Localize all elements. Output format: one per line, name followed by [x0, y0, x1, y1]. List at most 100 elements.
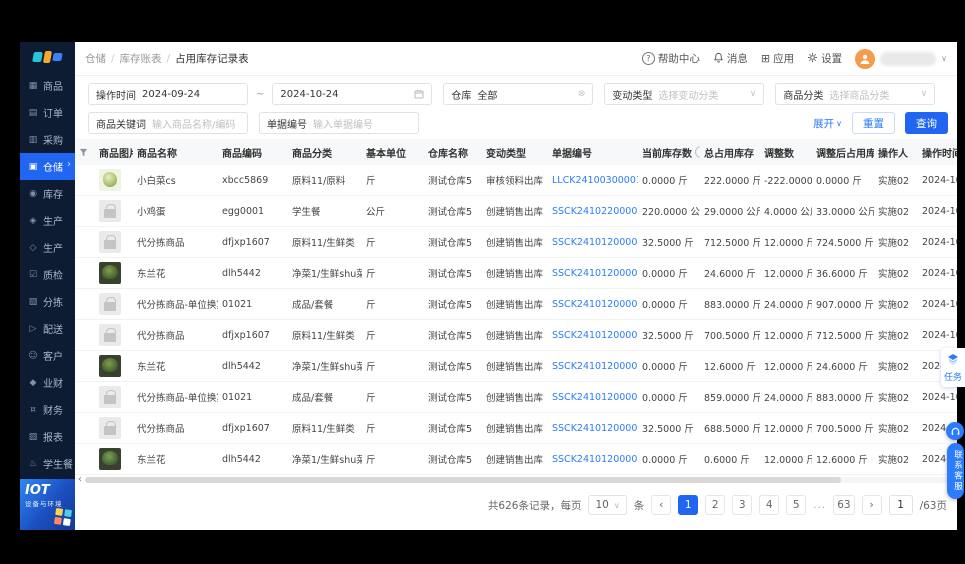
doc-no-link[interactable]: SSCK24101200003 [552, 299, 638, 310]
doc-no-link[interactable]: SSCK24101200004 [552, 237, 638, 248]
sidebar-item-goods[interactable]: ▦ 商品 [20, 72, 75, 99]
apps-button[interactable]: ⊞ 应用 [761, 51, 794, 66]
column-header[interactable]: 调整后占用库存 [812, 145, 874, 160]
operate-time: 2024-10-1 [922, 329, 957, 341]
prev-page-button[interactable]: ‹ [651, 495, 672, 515]
doc-no-link[interactable]: SSCK24101200003 [552, 268, 638, 279]
total-occupied: 859.0000 斤 [704, 393, 760, 404]
iot-banner[interactable]: IOT 设备与环境 [20, 479, 75, 530]
headset-icon[interactable] [946, 422, 964, 440]
doc-no-link[interactable]: SSCK24101200002 [552, 361, 638, 372]
user-menu[interactable]: ∨ [855, 48, 947, 69]
table-row[interactable]: 东兰花 dlh5442 净菜1/生鲜shu菜类... 斤 测试仓库5 创建销售出库 SSCK… [75, 351, 957, 382]
doc-no-link[interactable]: SSCK24101200002 [552, 392, 638, 403]
clear-icon[interactable]: ⊗ [578, 89, 586, 99]
doc-no-link[interactable]: SSCK24102200001 [552, 206, 638, 217]
messages-button[interactable]: 消息 [713, 51, 748, 66]
sidebar-item-delivery[interactable]: ▷ 配送 [20, 315, 75, 342]
table-row[interactable]: 代分拣商品-单位换算 01021 成品/套餐 斤 测试仓库5 创建销售出库 SSCK2410… [75, 382, 957, 413]
scrollbar-thumb[interactable] [85, 477, 842, 483]
settings-button[interactable]: 设置 [807, 51, 842, 66]
sidebar-item-quality-check[interactable]: ☑ 质检 [20, 261, 75, 288]
table-row[interactable]: 代分拣商品-单位换算 01021 成品/套餐 斤 测试仓库5 创建销售出库 SSCK2410… [75, 289, 957, 320]
doc-no-link[interactable]: SSCK24101200002 [552, 423, 638, 434]
expand-toggle[interactable]: 展开 ∨ [813, 116, 842, 131]
base-unit: 斤 [366, 300, 376, 311]
sidebar-item-purchase[interactable]: ▥ 采购 [20, 126, 75, 153]
sidebar-item-warehouse[interactable]: ▣ 仓储 [20, 153, 75, 180]
page-size-select[interactable]: 10 ∨ [588, 495, 627, 515]
customer-icon: ☺ [28, 350, 38, 361]
column-header[interactable]: 当前库存数i [638, 145, 700, 160]
search-button[interactable]: 查询 [905, 112, 948, 134]
sidebar-item-orders[interactable]: ▤ 订单 [20, 99, 75, 126]
warehouse-name: 测试仓库5 [428, 300, 473, 311]
column-header[interactable]: 商品分类 [288, 145, 362, 160]
breadcrumb-stock-ledger[interactable]: 库存账表 [120, 51, 162, 66]
breadcrumb-warehouse[interactable]: 仓储 [85, 51, 106, 66]
table-row[interactable]: 东兰花 dlh5442 净菜1/生鲜shu菜类... 斤 测试仓库5 创建销售出库 SSCK… [75, 444, 957, 475]
customer-service-label[interactable]: 联系客服 [946, 443, 964, 499]
doc-no-link[interactable]: SSCK24101200001 [552, 454, 638, 465]
reset-button[interactable]: 重置 [852, 112, 895, 134]
table-row[interactable]: 小鸡蛋 egg0001 学生餐 公斤 测试仓库5 创建销售出库 SSCK2410220000… [75, 196, 957, 227]
table-row[interactable]: 东兰花 dlh5442 净菜1/生鲜shu菜类... 斤 测试仓库5 创建销售出库 SSCK… [75, 258, 957, 289]
column-header[interactable]: 操作时间 [918, 145, 957, 160]
sidebar-item-finance[interactable]: ¤ 财务 [20, 396, 75, 423]
page-button-3[interactable]: 3 [732, 495, 753, 515]
next-page-button[interactable]: › [861, 495, 882, 515]
page-size-value: 10 [595, 499, 609, 511]
sidebar-item-report[interactable]: ▨ 报表 [20, 423, 75, 450]
occupied-after-adjust: 0.0000 斤 [816, 176, 862, 187]
docno-input[interactable]: 单据编号 输入单据编号 [259, 112, 419, 134]
column-header[interactable]: 商品名称 [133, 145, 218, 160]
page-button-63[interactable]: 63 [833, 495, 855, 515]
adjust-qty: 12.0000 斤 [764, 362, 812, 373]
change-type-select[interactable]: 变动类型 选择变动分类 ∨ [604, 83, 765, 105]
keyword-input[interactable]: 商品关键词 输入商品名称/编码 [88, 112, 248, 134]
date-to-value: 2024-10-24 [280, 88, 339, 100]
date-to-input[interactable]: 2024-10-24 [272, 83, 433, 105]
column-header[interactable]: 商品图片 [95, 145, 133, 160]
page-jump-input[interactable]: 1 [888, 495, 913, 515]
column-header[interactable]: 变动类型 [482, 145, 548, 160]
sidebar-item-production2[interactable]: ◇ 生产 [20, 234, 75, 261]
column-header[interactable]: 调整数 [760, 145, 812, 160]
sidebar-item-biz-finance[interactable]: ◆ 业财 [20, 369, 75, 396]
table-row[interactable]: 代分拣商品 dfjxp1607 原料11/生鲜类斤 测试仓库5 创建销售出库 SSCK24… [75, 227, 957, 258]
page-button-4[interactable]: 4 [759, 495, 780, 515]
sidebar-item-sorting[interactable]: ▧ 分拣 [20, 288, 75, 315]
doc-no-link[interactable]: LLCK24100300001 [552, 175, 638, 186]
sidebar-item-production[interactable]: ◈ 生产 [20, 207, 75, 234]
page-button-2[interactable]: 2 [705, 495, 726, 515]
sidebar-item-student-meal[interactable]: ♨ 学生餐 [20, 450, 75, 477]
date-from-input[interactable]: 操作时间 2024-09-24 [88, 83, 248, 105]
column-header[interactable]: 基本单位 [362, 145, 424, 160]
table-row[interactable]: 代分拣商品 dfjxp1607 原料11/生鲜类斤 测试仓库5 创建销售出库 SSCK24… [75, 320, 957, 351]
warehouse-name: 测试仓库5 [428, 207, 473, 218]
column-header[interactable]: 商品编码 [218, 145, 288, 160]
scroll-left-arrow[interactable]: ‹ [78, 475, 82, 485]
category-select[interactable]: 商品分类 选择商品分类 ∨ [775, 83, 936, 105]
page-button-1[interactable]: 1 [678, 495, 699, 515]
sidebar-item-label: 质检 [43, 271, 63, 282]
horizontal-scrollbar[interactable] [85, 477, 954, 483]
sidebar-item-customer[interactable]: ☺ 客户 [20, 342, 75, 369]
operate-time: 2024-10-2 [922, 205, 957, 217]
task-fab[interactable]: 任务 [941, 348, 965, 387]
doc-no-link[interactable]: SSCK24101200003 [552, 330, 638, 341]
column-header[interactable]: 仓库名称 [424, 145, 482, 160]
table-row[interactable]: 代分拣商品 dfjxp1607 原料11/生鲜类斤 测试仓库5 创建销售出库 SSCK24… [75, 413, 957, 444]
page-button-5[interactable]: 5 [786, 495, 807, 515]
sidebar-item-inventory[interactable]: ◉ 库存 [20, 180, 75, 207]
table-row[interactable]: 小白菜cs xbcc5869 原料11/原料 斤 测试仓库5 审核领料出库 LLCK2410… [75, 165, 957, 196]
warehouse-name: 测试仓库5 [428, 393, 473, 404]
column-header[interactable]: 单据编号 [548, 145, 638, 160]
warehouse-select[interactable]: 仓库 全部 ⊗ [443, 83, 594, 105]
column-header[interactable]: 总占用库存 [700, 145, 760, 160]
brand-logo[interactable] [20, 42, 75, 72]
help-center-button[interactable]: ? 帮助中心 [641, 51, 700, 66]
column-header[interactable]: 操作人 [874, 145, 918, 160]
pagination: 共626条记录，每页 10 ∨ 条 ‹ 1 2 3 4 5... 63 › 1 /63页 [75, 485, 957, 515]
column-filter-icon[interactable] [75, 148, 95, 157]
